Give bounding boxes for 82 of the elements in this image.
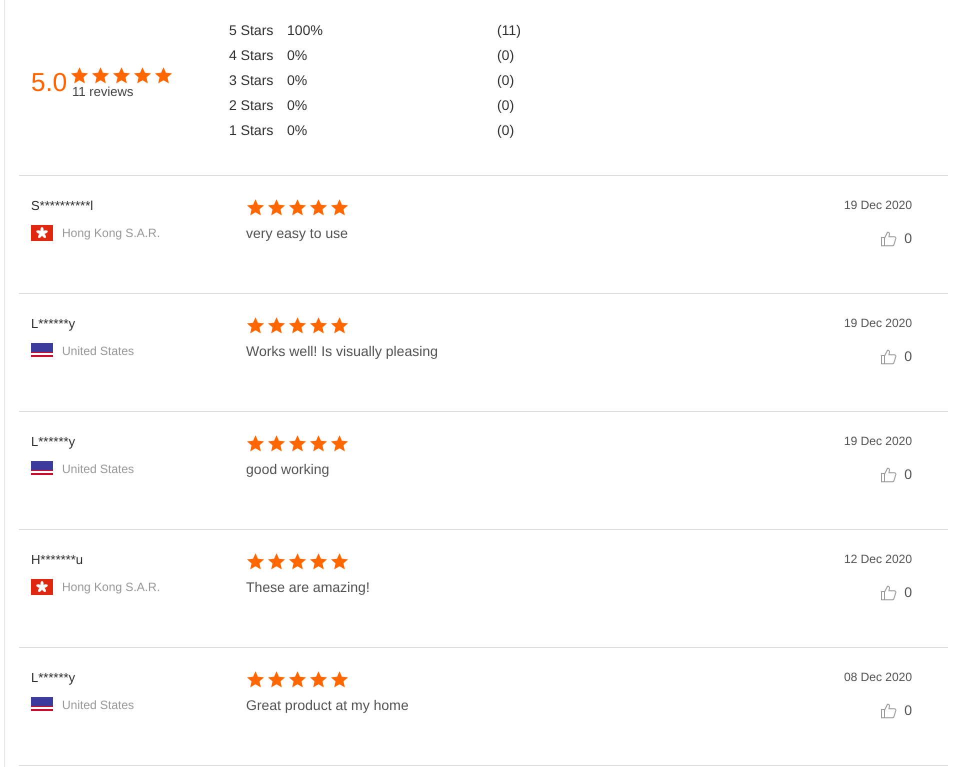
thumbs-up-icon[interactable] xyxy=(880,702,898,720)
flag-icon xyxy=(31,578,53,594)
star-icon xyxy=(330,670,349,689)
star-icon xyxy=(330,552,349,571)
thumbs-up-icon[interactable] xyxy=(880,584,898,602)
thumbs-up-icon[interactable] xyxy=(880,466,898,484)
star-icon xyxy=(246,670,265,689)
star-icon xyxy=(330,198,349,217)
star-level-label: 4 Stars xyxy=(229,46,274,65)
flag-icon xyxy=(31,224,53,240)
reviewer-name: L******y xyxy=(31,669,76,687)
percentage: 0% xyxy=(287,121,308,140)
percentage: 0% xyxy=(287,71,308,90)
star-icon xyxy=(309,198,328,217)
like-count: 0 xyxy=(904,583,912,602)
star-icon xyxy=(133,66,152,84)
reviewer-country: United States xyxy=(62,342,134,360)
star-icon xyxy=(246,434,265,453)
star-icon xyxy=(288,316,307,335)
reviewer-name: L******y xyxy=(31,315,76,333)
star-level-label: 5 Stars xyxy=(229,21,274,40)
like-count: 0 xyxy=(904,347,912,366)
star-level-label: 1 Stars xyxy=(229,121,274,140)
reviewer-country: United States xyxy=(62,696,134,714)
star-icon xyxy=(246,552,265,571)
star-icon xyxy=(288,434,307,453)
star-level-label: 2 Stars xyxy=(229,96,274,115)
star-icon xyxy=(330,316,349,335)
like-count: 0 xyxy=(904,229,912,248)
star-icon xyxy=(112,66,132,84)
star-level-label: 3 Stars xyxy=(229,71,274,90)
star-icon xyxy=(267,434,286,453)
review-text: Great product at my home xyxy=(246,696,409,715)
review-text: These are amazing! xyxy=(246,578,370,597)
star-icon xyxy=(330,434,349,453)
flag-icon xyxy=(31,460,53,476)
review-text: Works well! Is visually pleasing xyxy=(246,342,438,361)
reviewer-name: H*******u xyxy=(31,551,84,569)
percentage: 0% xyxy=(287,46,308,65)
thumbs-up-icon[interactable] xyxy=(880,348,898,366)
star-icon xyxy=(288,670,307,689)
rating-count: (0) xyxy=(497,96,514,115)
review-count: 11 reviews xyxy=(72,84,134,98)
review-date: 12 Dec 2020 xyxy=(844,551,912,568)
star-icon xyxy=(267,670,286,689)
star-icon xyxy=(70,66,90,84)
star-icon xyxy=(288,198,307,217)
star-icon xyxy=(154,66,174,84)
like-count: 0 xyxy=(904,465,912,484)
average-rating: 5.0 xyxy=(31,68,68,94)
star-icon xyxy=(267,316,286,335)
review-date: 19 Dec 2020 xyxy=(844,315,912,332)
thumbs-up-icon[interactable] xyxy=(880,230,898,248)
flag-icon xyxy=(31,342,53,358)
rating-count: (0) xyxy=(497,46,514,65)
percentage: 100% xyxy=(287,21,324,40)
rating-count: (11) xyxy=(497,21,521,40)
star-icon xyxy=(246,198,265,217)
rating-count: (0) xyxy=(497,71,514,90)
reviewer-name: S**********l xyxy=(31,197,94,215)
percentage: 0% xyxy=(287,96,308,115)
review-text: very easy to use xyxy=(246,224,348,243)
review-date: 08 Dec 2020 xyxy=(844,669,912,686)
reviewer-name: L******y xyxy=(31,433,76,451)
review-text: good working xyxy=(246,460,330,479)
star-icon xyxy=(267,198,286,217)
star-icon xyxy=(288,552,307,571)
star-icon xyxy=(309,434,328,453)
review-date: 19 Dec 2020 xyxy=(844,197,912,214)
star-icon xyxy=(91,66,110,84)
star-icon xyxy=(246,316,265,335)
star-icon xyxy=(309,316,328,335)
star-icon xyxy=(267,552,286,571)
star-icon xyxy=(309,670,328,689)
star-icon xyxy=(309,552,328,571)
flag-icon xyxy=(31,696,53,712)
reviewer-country: Hong Kong S.A.R. xyxy=(62,578,160,596)
review-date: 19 Dec 2020 xyxy=(844,433,912,450)
reviewer-country: United States xyxy=(62,460,134,478)
rating-count: (0) xyxy=(497,121,514,140)
reviewer-country: Hong Kong S.A.R. xyxy=(62,224,160,242)
like-count: 0 xyxy=(904,701,912,720)
